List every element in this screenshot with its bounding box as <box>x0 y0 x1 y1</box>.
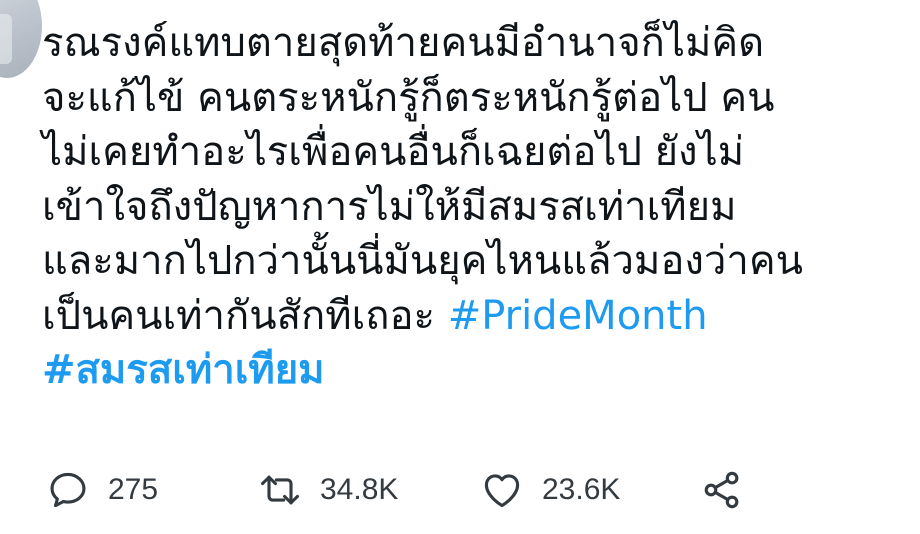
hashtag-marriage-equality[interactable]: #สมรสเท่าเทียม <box>42 347 325 393</box>
tweet-line: ไม่เคยทำอะไรเพื่อคนอื่นก็เฉยต่อไป ยังไม่ <box>42 129 745 175</box>
reply-icon <box>46 468 90 512</box>
share-button[interactable] <box>700 462 744 518</box>
tweet-actions: 275 34.8K 23.6K <box>40 462 900 518</box>
tweet-line: จะแก้ไข้ คนตระหนักรู้ก็ตระหนักรู้ต่อไป ค… <box>42 74 775 121</box>
tweet-line: รณรงค์แทบตายสุดท้ายคนมีอำนาจก็ไม่คิด <box>42 20 765 66</box>
retweet-button[interactable]: 34.8K <box>258 462 398 518</box>
tweet-line-text: เป็นคนเท่ากันสักทีเถอะ <box>42 292 448 339</box>
avatar[interactable] <box>0 0 42 78</box>
reply-count: 275 <box>108 473 159 506</box>
reply-button[interactable]: 275 <box>46 462 158 518</box>
heart-icon <box>480 468 524 512</box>
tweet-line: และมากไปกว่านั้นนี่มันยุคไหนแล้วมองว่าคน <box>42 238 803 284</box>
hashtag-pridemonth[interactable]: #PrideMonth <box>448 293 708 339</box>
retweet-icon <box>258 468 302 512</box>
tweet-line-last: เป็นคนเท่ากันสักทีเถอะ #PrideMonth <box>42 289 902 344</box>
like-button[interactable]: 23.6K <box>480 462 620 518</box>
tweet-text: รณรงค์แทบตายสุดท้ายคนมีอำนาจก็ไม่คิด จะแ… <box>42 16 902 398</box>
like-count: 23.6K <box>542 473 621 506</box>
share-icon <box>700 468 744 512</box>
tweet-line-hashtag: #สมรสเท่าเทียม <box>42 343 902 398</box>
tweet-line: เข้าใจถึงปัญหาการไม่ให้มีสมรสเท่าเทียม <box>42 183 737 230</box>
retweet-count: 34.8K <box>320 473 399 506</box>
